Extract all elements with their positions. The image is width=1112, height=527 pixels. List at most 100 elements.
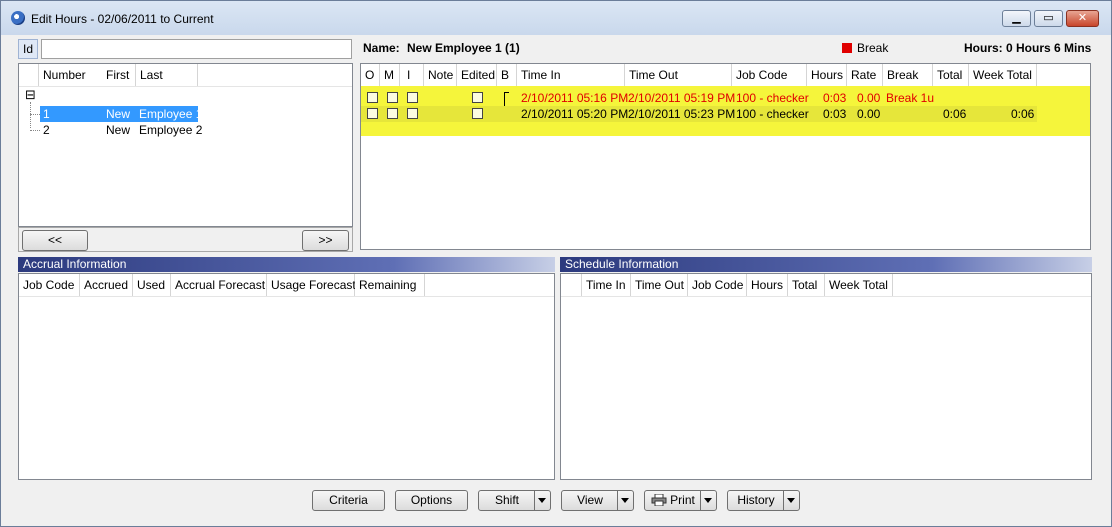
break-legend-label: Break	[857, 41, 889, 55]
employee-list-header-spacer	[19, 64, 39, 86]
edited-checkbox[interactable]	[472, 92, 483, 103]
employee-last: Employee 2	[139, 123, 203, 137]
column-header-usage-forecast[interactable]: Usage Forecast	[267, 274, 356, 296]
m-checkbox[interactable]	[387, 108, 398, 119]
employee-row[interactable]: 2 New Employee 2	[40, 122, 202, 138]
column-header-rate[interactable]: Rate	[847, 64, 883, 86]
i-checkbox[interactable]	[407, 92, 418, 103]
schedule-header-spacer	[561, 274, 582, 296]
shift-button[interactable]: Shift	[478, 490, 551, 511]
column-header-first[interactable]: First	[102, 64, 136, 86]
name-label: Name:	[363, 41, 400, 55]
hours: 0:03	[823, 91, 847, 105]
time-out: 2/10/2011 05:19 PM	[628, 91, 736, 105]
o-checkbox[interactable]	[367, 108, 378, 119]
column-header-time-in[interactable]: Time In	[582, 274, 631, 296]
shift-button-label: Shift	[494, 493, 519, 507]
hours-row[interactable]: 2/10/2011 05:20 PM 2/10/2011 05:23 PM 10…	[361, 106, 1037, 122]
total: 0:06	[943, 107, 967, 121]
view-button-label: View	[577, 493, 603, 507]
view-dropdown-arrow-icon[interactable]	[617, 491, 633, 510]
hours-label: Hours:	[964, 41, 1003, 55]
column-header-hours[interactable]: Hours	[807, 64, 847, 86]
column-header-accrual-forecast[interactable]: Accrual Forecast	[171, 274, 267, 296]
column-header-job-code[interactable]: Job Code	[688, 274, 747, 296]
accrual-section-title: Accrual Information	[18, 257, 555, 272]
employee-name: New Employee 1 (1)	[407, 41, 520, 55]
employee-last: Employee 1	[139, 107, 203, 121]
history-button-label: History	[737, 493, 775, 507]
break: Break 1u	[886, 91, 935, 105]
accrual-grid: Job Code Accrued Used Accrual Forecast U…	[18, 273, 555, 480]
options-button[interactable]: Options	[395, 490, 468, 511]
hours-grid: O M I Note Edited B Time In Time Out Job…	[360, 63, 1091, 250]
window-title: Edit Hours - 02/06/2011 to Current	[31, 12, 214, 26]
tree-collapse-icon[interactable]: ⊟	[25, 88, 36, 101]
column-header-b[interactable]: B	[497, 64, 517, 86]
print-dropdown-arrow-icon[interactable]	[700, 491, 716, 510]
close-button[interactable]: ✕	[1066, 10, 1099, 27]
printer-icon	[651, 493, 667, 507]
column-header-i[interactable]: I	[400, 64, 424, 86]
employee-pager: << >>	[18, 227, 353, 252]
schedule-section-title: Schedule Information	[560, 257, 1092, 272]
time-in: 2/10/2011 05:16 PM	[521, 91, 629, 105]
m-checkbox[interactable]	[387, 92, 398, 103]
schedule-grid: Time In Time Out Job Code Hours Total We…	[560, 273, 1092, 480]
column-header-time-out[interactable]: Time Out	[625, 64, 732, 86]
print-button[interactable]: Print	[644, 490, 717, 511]
employee-list: Number ▲ First Last ⊟ 1 New Employee 1 2…	[18, 63, 353, 227]
column-header-edited[interactable]: Edited	[457, 64, 497, 86]
title-bar: Edit Hours - 02/06/2011 to Current ▁ ▭ ✕	[1, 1, 1111, 35]
column-header-used[interactable]: Used	[133, 274, 171, 296]
print-button-label: Print	[670, 493, 695, 507]
rate: 0.00	[857, 91, 881, 105]
maximize-button[interactable]: ▭	[1034, 10, 1063, 27]
edit-hours-window: Edit Hours - 02/06/2011 to Current ▁ ▭ ✕…	[0, 0, 1112, 527]
column-header-week-total[interactable]: Week Total	[969, 64, 1037, 86]
employee-row[interactable]: 1 New Employee 1	[40, 106, 202, 122]
i-checkbox[interactable]	[407, 108, 418, 119]
hours: 0:03	[823, 107, 847, 121]
id-filter-input[interactable]	[41, 39, 352, 59]
week-total: 0:06	[1011, 107, 1035, 121]
column-header-total[interactable]: Total	[933, 64, 969, 86]
time-out: 2/10/2011 05:23 PM	[628, 107, 736, 121]
o-checkbox[interactable]	[367, 92, 378, 103]
shift-dropdown-arrow-icon[interactable]	[534, 491, 550, 510]
employee-first: New	[106, 107, 131, 121]
column-header-accrued[interactable]: Accrued	[80, 274, 133, 296]
column-header-m[interactable]: M	[380, 64, 400, 86]
history-button[interactable]: History	[727, 490, 800, 511]
employee-number: 1	[43, 107, 50, 121]
app-icon	[11, 11, 25, 25]
edited-checkbox[interactable]	[472, 108, 483, 119]
column-header-week-total[interactable]: Week Total	[825, 274, 893, 296]
job-code: 100 - checker	[736, 107, 809, 121]
employee-first: New	[106, 123, 131, 137]
criteria-button[interactable]: Criteria	[312, 490, 385, 511]
column-header-time-in[interactable]: Time In	[517, 64, 625, 86]
break-legend-swatch	[842, 43, 852, 53]
column-header-break[interactable]: Break	[883, 64, 933, 86]
view-button[interactable]: View	[561, 490, 634, 511]
employee-number: 2	[43, 123, 50, 137]
rate: 0.00	[857, 107, 881, 121]
column-header-o[interactable]: O	[361, 64, 380, 86]
minimize-button[interactable]: ▁	[1002, 10, 1031, 27]
column-header-hours[interactable]: Hours	[747, 274, 788, 296]
column-header-job-code[interactable]: Job Code	[732, 64, 807, 86]
job-code: 100 - checker	[736, 91, 809, 105]
column-header-note[interactable]: Note	[424, 64, 457, 86]
previous-employee-button[interactable]: <<	[22, 230, 88, 251]
history-dropdown-arrow-icon[interactable]	[783, 491, 799, 510]
column-header-remaining[interactable]: Remaining	[355, 274, 425, 296]
hours-row[interactable]: 2/10/2011 05:16 PM 2/10/2011 05:19 PM 10…	[361, 90, 1037, 120]
column-header-total[interactable]: Total	[788, 274, 825, 296]
column-header-number-label: Number	[43, 68, 86, 82]
column-header-time-out[interactable]: Time Out	[631, 274, 688, 296]
column-header-job-code[interactable]: Job Code	[19, 274, 80, 296]
next-employee-button[interactable]: >>	[302, 230, 349, 251]
hours-value: 0 Hours 6 Mins	[1006, 41, 1092, 55]
column-header-last[interactable]: Last	[136, 64, 198, 86]
